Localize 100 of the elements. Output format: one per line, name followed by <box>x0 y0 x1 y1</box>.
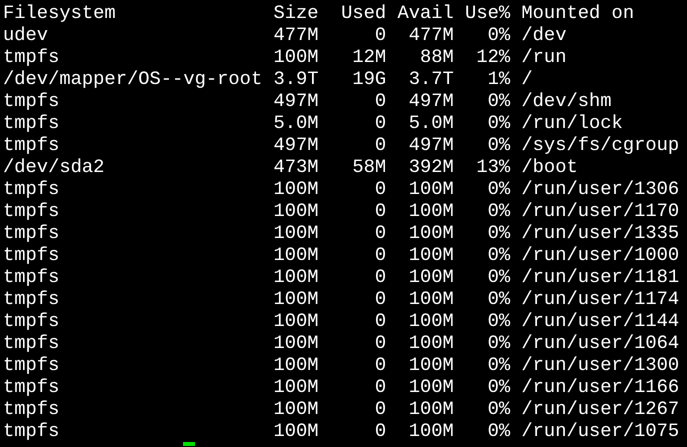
table-cell: 100M <box>273 398 319 420</box>
cursor-icon <box>183 442 195 446</box>
table-cell-text: tmpfs <box>3 310 60 332</box>
table-cell-text: 0% <box>486 90 510 112</box>
table-cell: 477M <box>273 24 319 46</box>
table-cell-text: tmpfs <box>3 90 60 112</box>
table-cell-text: tmpfs <box>3 244 60 266</box>
table-cell-text: 3.7T <box>408 68 454 90</box>
table-cell-text: 100M <box>408 178 454 200</box>
table-cell-text: tmpfs <box>3 266 60 288</box>
table-cell-text: 19G <box>351 68 386 90</box>
table-cell: /run/user/1075 <box>521 420 680 442</box>
table-cell-text: 0 <box>374 222 386 244</box>
table-cell-text: 13% <box>475 156 510 178</box>
table-cell-text: 0 <box>374 398 386 420</box>
column-header: Use% <box>465 2 510 24</box>
table-cell-text: 0 <box>374 266 386 288</box>
table-cell: 100M <box>273 420 319 442</box>
table-cell: /sys/fs/cgroup <box>521 134 680 156</box>
table-cell-text: 100M <box>408 420 454 442</box>
table-cell: /dev/shm <box>521 90 612 112</box>
table-cell: 100M <box>273 266 319 288</box>
table-cell-text: 0 <box>374 310 386 332</box>
table-cell-text: 0 <box>374 376 386 398</box>
table-cell-text: 497M <box>408 134 454 156</box>
table-cell-text: 0% <box>486 112 510 134</box>
table-cell: 100M <box>273 354 319 376</box>
table-cell: /run/user/1170 <box>521 200 680 222</box>
table-cell: 100M <box>273 46 319 68</box>
table-cell-text: 0 <box>374 24 386 46</box>
table-cell-text: tmpfs <box>3 200 60 222</box>
table-cell: /run/user/1174 <box>521 288 680 310</box>
table-cell: 100M <box>273 200 319 222</box>
table-cell-text: 100M <box>408 310 454 332</box>
table-cell-text: udev <box>3 24 50 46</box>
table-cell: 473M <box>273 156 319 178</box>
table-cell: 5.0M <box>273 112 319 134</box>
table-cell-text: 0 <box>374 134 386 156</box>
table-cell-text: 0% <box>486 178 510 200</box>
table-cell-text: /dev/mapper/OS--vg-root <box>3 68 264 90</box>
table-cell-text: 0 <box>374 288 386 310</box>
table-cell: 100M <box>273 178 319 200</box>
column-header: Avail <box>397 2 454 24</box>
table-cell-text: 0 <box>374 332 386 354</box>
table-cell-text: 58M <box>351 156 386 178</box>
table-cell: 497M <box>273 134 319 156</box>
table-cell: 100M <box>273 222 319 244</box>
table-cell: /run/user/1335 <box>521 222 680 244</box>
table-cell-text: 1% <box>486 68 510 90</box>
table-cell-text: 100M <box>408 288 454 310</box>
table-cell-text: 392M <box>408 156 454 178</box>
table-cell-text: 477M <box>408 24 454 46</box>
column-header: Used <box>340 2 386 24</box>
table-cell: /run/user/1300 <box>521 354 680 376</box>
table-cell-text: tmpfs <box>3 398 60 420</box>
table-cell-text: tmpfs <box>3 112 60 134</box>
table-cell-text: 100M <box>408 200 454 222</box>
table-cell: 497M <box>273 90 319 112</box>
table-cell-text: 0% <box>486 222 510 244</box>
table-cell-text: 0 <box>374 178 386 200</box>
table-cell-text: 100M <box>408 332 454 354</box>
table-cell-text: 100M <box>408 266 454 288</box>
table-cell-text: 0 <box>374 90 386 112</box>
table-cell-text: 12M <box>351 46 386 68</box>
table-cell: /run/user/1306 <box>521 178 680 200</box>
table-cell-text: 0% <box>486 310 510 332</box>
table-cell-text: 12% <box>475 46 510 68</box>
table-cell-text: 100M <box>408 376 454 398</box>
table-cell-text: 0% <box>486 244 510 266</box>
table-cell: /dev <box>521 24 566 46</box>
table-cell-text: tmpfs <box>3 420 60 442</box>
table-cell-text: 0 <box>374 420 386 442</box>
table-cell-text: 0% <box>486 134 510 156</box>
table-cell-text: 100M <box>408 398 454 420</box>
table-cell: /run/user/1144 <box>521 310 680 332</box>
table-cell-text: tmpfs <box>3 354 60 376</box>
table-cell: /run/user/1181 <box>521 266 680 288</box>
table-cell-text: 0 <box>374 200 386 222</box>
table-cell: 3.9T <box>273 68 319 90</box>
table-cell-text: tmpfs <box>3 222 60 244</box>
table-cell: /run/user/1064 <box>521 332 680 354</box>
table-cell-text: 0% <box>486 288 510 310</box>
table-cell: /run <box>521 46 566 68</box>
table-cell-text: 88M <box>418 46 454 68</box>
table-cell-text: 0% <box>486 398 510 420</box>
column-header: Filesystem <box>3 2 117 24</box>
table-cell-text: tmpfs <box>3 376 60 398</box>
table-cell: /boot <box>521 156 578 178</box>
column-header: Mounted on <box>521 2 634 24</box>
table-cell-text: 0 <box>374 244 386 266</box>
table-cell: 100M <box>273 376 319 398</box>
table-cell: 100M <box>273 310 319 332</box>
table-cell-text: 100M <box>408 244 454 266</box>
table-cell: /run/user/1166 <box>521 376 680 398</box>
table-cell-text: 0% <box>486 200 510 222</box>
table-cell-text: 0 <box>374 354 386 376</box>
table-cell-text: 5.0M <box>408 112 454 134</box>
table-cell-text: 0% <box>486 332 510 354</box>
table-cell-text: 0% <box>486 24 510 46</box>
table-cell-text: /dev/sda2 <box>3 156 106 178</box>
